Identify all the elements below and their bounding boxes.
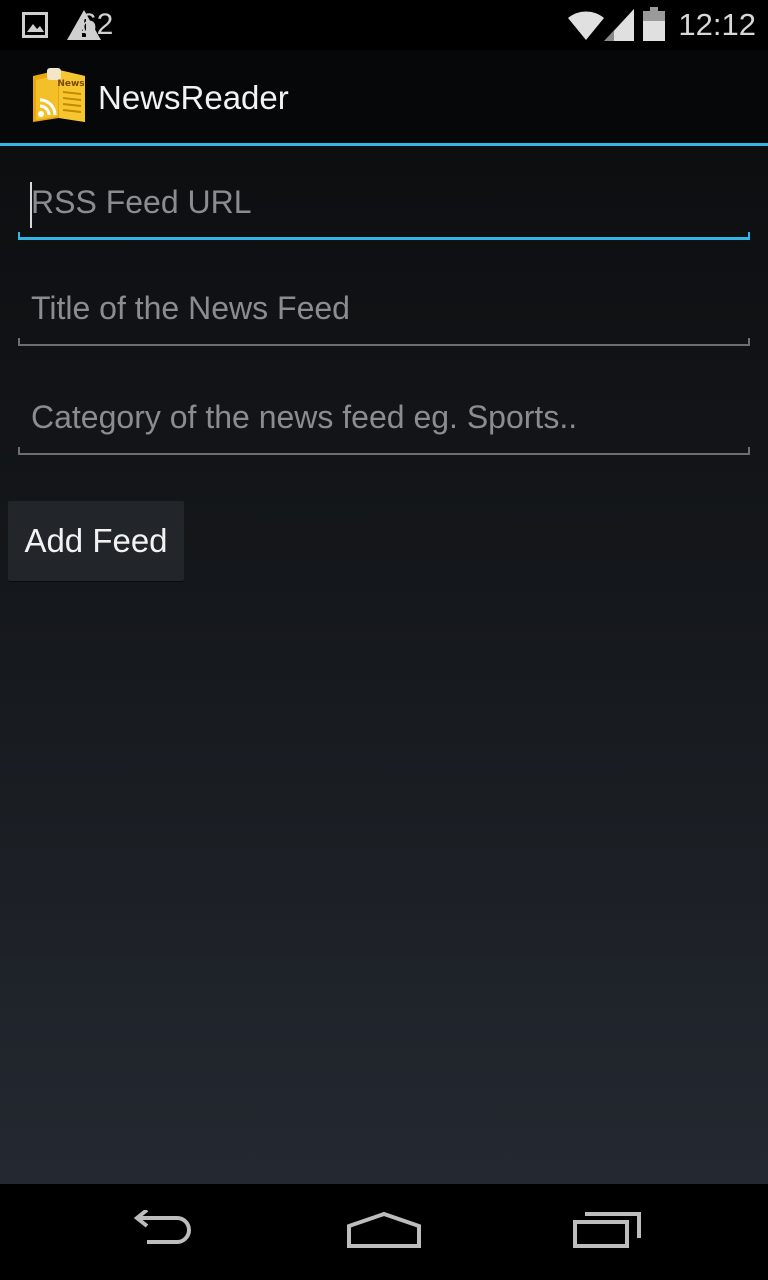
back-button[interactable] xyxy=(80,1184,240,1280)
action-bar: News NewsReader xyxy=(0,50,768,143)
feed-title-input[interactable] xyxy=(18,276,750,340)
field-tick-right xyxy=(748,338,750,346)
back-icon xyxy=(125,1207,195,1255)
image-icon xyxy=(22,12,48,43)
feed-category-field[interactable] xyxy=(18,385,750,455)
field-tick-left xyxy=(18,338,20,346)
news-app-icon[interactable]: News xyxy=(31,66,87,129)
recent-apps-icon xyxy=(573,1210,643,1255)
home-icon xyxy=(346,1210,422,1255)
app-title: NewsReader xyxy=(98,79,289,116)
text-cursor xyxy=(30,182,32,228)
add-feed-button[interactable]: Add Feed xyxy=(8,501,184,581)
svg-text:News: News xyxy=(57,79,84,89)
status-bar: 62 12:12 xyxy=(0,0,768,50)
field-tick-right xyxy=(748,232,750,240)
wifi-icon xyxy=(567,9,605,46)
signal-icon xyxy=(604,9,634,46)
feed-category-underline xyxy=(18,453,750,455)
feed-title-field[interactable] xyxy=(18,276,750,346)
feed-url-input[interactable] xyxy=(18,170,750,234)
recent-apps-button[interactable] xyxy=(528,1184,688,1280)
field-tick-right xyxy=(748,447,750,455)
feed-url-underline xyxy=(18,237,750,240)
feed-category-input[interactable] xyxy=(18,385,750,449)
screen: 62 12:12 News NewsReader RSS Feed URL Ti… xyxy=(0,0,768,1280)
feed-url-field[interactable] xyxy=(18,170,750,240)
clock: 12:12 xyxy=(678,7,756,42)
field-tick-left xyxy=(18,232,20,240)
battery-level-text: 62 xyxy=(80,8,114,41)
battery-icon xyxy=(643,7,665,46)
content-area: Add Feed xyxy=(0,146,768,1184)
home-button[interactable] xyxy=(304,1184,464,1280)
field-tick-left xyxy=(18,447,20,455)
navigation-bar xyxy=(0,1184,768,1280)
feed-title-underline xyxy=(18,344,750,346)
